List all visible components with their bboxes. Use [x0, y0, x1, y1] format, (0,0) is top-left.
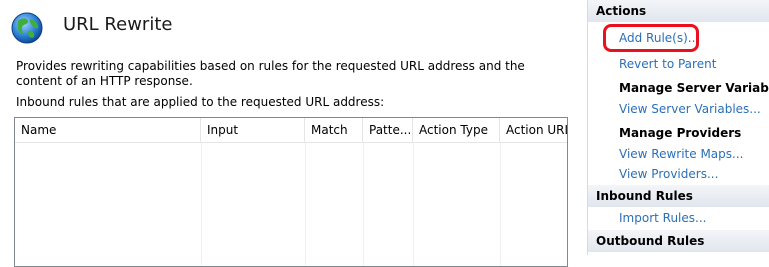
column-header-action-type[interactable]: Action Type: [413, 118, 500, 142]
manage-server-variables-heading: Manage Server Variables: [619, 81, 769, 95]
column-divider: [413, 143, 414, 266]
outbound-rules-heading: Outbound Rules: [588, 230, 769, 252]
view-providers-link[interactable]: View Providers...: [619, 167, 718, 181]
inbound-rules-heading: Inbound Rules: [588, 185, 769, 207]
column-header-match[interactable]: Match: [305, 118, 363, 142]
inbound-rules-grid[interactable]: Name Input Match Patte... Action Type Ac…: [14, 117, 568, 267]
globe-icon: [11, 12, 43, 44]
page-description: Provides rewriting capabilities based on…: [16, 59, 525, 88]
column-header-input[interactable]: Input: [201, 118, 305, 142]
grid-header: Name Input Match Patte... Action Type Ac…: [15, 118, 567, 143]
column-divider: [201, 143, 202, 266]
column-header-action-url[interactable]: Action URL: [500, 118, 567, 142]
view-server-variables-link[interactable]: View Server Variables...: [619, 102, 761, 116]
revert-to-parent-link[interactable]: Revert to Parent: [619, 57, 716, 71]
column-divider: [305, 143, 306, 266]
actions-pane: Actions Add Rule(s)... Revert to Parent …: [587, 0, 769, 255]
page-header: [10, 10, 44, 46]
grid-body: [15, 143, 567, 266]
page-title: URL Rewrite: [63, 14, 173, 35]
view-rewrite-maps-link[interactable]: View Rewrite Maps...: [619, 147, 743, 161]
import-rules-link[interactable]: Import Rules...: [619, 211, 706, 225]
add-rules-link[interactable]: Add Rule(s)...: [619, 31, 699, 45]
actions-heading: Actions: [588, 0, 769, 22]
column-header-name[interactable]: Name: [15, 118, 201, 142]
column-divider: [500, 143, 501, 266]
inbound-caption: Inbound rules that are applied to the re…: [16, 95, 385, 109]
column-divider: [363, 143, 364, 266]
manage-providers-heading: Manage Providers: [619, 126, 742, 140]
column-header-pattern[interactable]: Patte...: [363, 118, 413, 142]
feature-page: URL Rewrite Provides rewriting capabilit…: [0, 0, 582, 267]
